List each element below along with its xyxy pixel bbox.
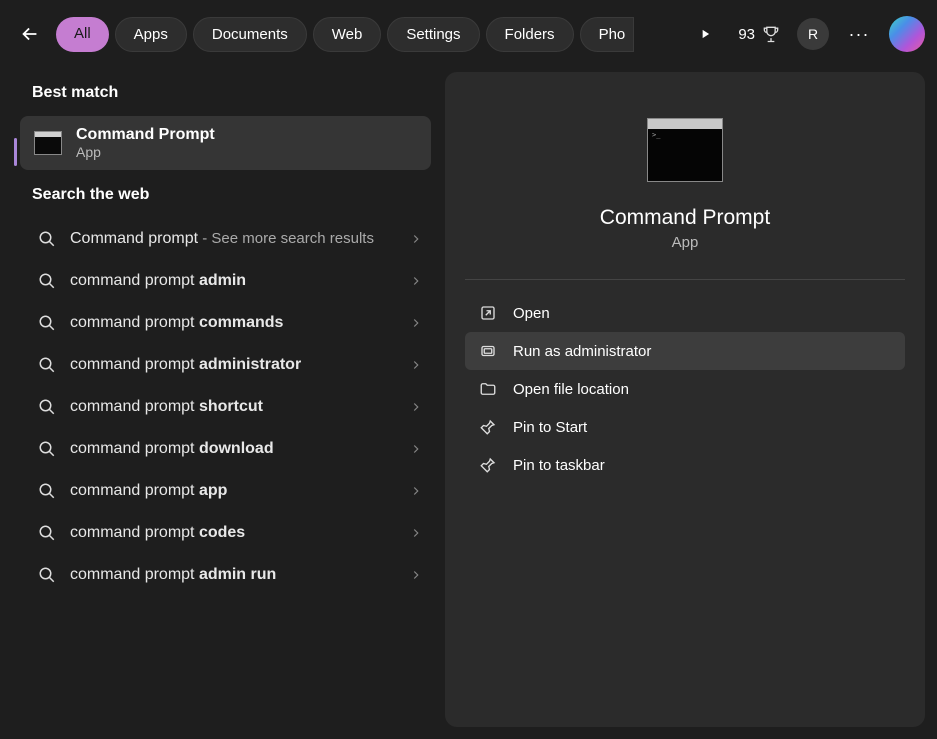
- trophy-icon: [761, 24, 781, 44]
- search-icon: [38, 524, 56, 542]
- web-result[interactable]: command prompt app: [20, 470, 431, 512]
- web-result-text: command prompt commands: [70, 314, 395, 332]
- search-icon: [38, 566, 56, 584]
- web-result[interactable]: command prompt admin run: [20, 554, 431, 596]
- best-match-result[interactable]: Command Prompt App: [20, 116, 431, 170]
- search-icon: [38, 230, 56, 248]
- chevron-right-icon: [409, 232, 423, 246]
- web-result-text: command prompt app: [70, 482, 395, 500]
- pin-icon: [479, 456, 497, 474]
- more-button[interactable]: ···: [845, 24, 873, 45]
- tab-folders[interactable]: Folders: [486, 17, 574, 52]
- action-open-file-location[interactable]: Open file location: [465, 370, 905, 408]
- best-match-title: Command Prompt: [76, 126, 215, 144]
- web-result[interactable]: command prompt admin: [20, 260, 431, 302]
- preview-title: Command Prompt: [465, 206, 905, 230]
- chevron-right-icon: [409, 316, 423, 330]
- action-label: Run as administrator: [513, 343, 651, 360]
- tab-settings[interactable]: Settings: [387, 17, 479, 52]
- search-icon: [38, 440, 56, 458]
- preview-panel: Command Prompt App Open Run as administra…: [445, 72, 925, 727]
- user-avatar[interactable]: R: [797, 18, 829, 50]
- web-result-text: command prompt admin run: [70, 566, 395, 584]
- points-value: 93: [738, 26, 755, 43]
- tab-web[interactable]: Web: [313, 17, 382, 52]
- chevron-right-icon: [409, 442, 423, 456]
- web-result-text: command prompt download: [70, 440, 395, 458]
- preview-subtitle: App: [465, 234, 905, 251]
- tab-all[interactable]: All: [56, 17, 109, 52]
- web-result-text: command prompt admin: [70, 272, 395, 290]
- chevron-right-icon: [409, 274, 423, 288]
- web-result-text: command prompt codes: [70, 524, 395, 542]
- web-result-text: command prompt shortcut: [70, 398, 395, 416]
- best-match-header: Best match: [32, 84, 431, 102]
- search-icon: [38, 482, 56, 500]
- folder-icon: [479, 380, 497, 398]
- chevron-right-icon: [409, 484, 423, 498]
- action-open[interactable]: Open: [465, 294, 905, 332]
- tabs-scroll-right[interactable]: [690, 19, 720, 49]
- chevron-right-icon: [409, 568, 423, 582]
- action-label: Open: [513, 305, 550, 322]
- search-icon: [38, 314, 56, 332]
- action-label: Pin to taskbar: [513, 457, 605, 474]
- tab-apps[interactable]: Apps: [115, 17, 187, 52]
- web-result[interactable]: command prompt administrator: [20, 344, 431, 386]
- preview-app-icon: [647, 118, 723, 182]
- action-run-as-administrator[interactable]: Run as administrator: [465, 332, 905, 370]
- web-result[interactable]: command prompt download: [20, 428, 431, 470]
- avatar-initial: R: [808, 26, 818, 42]
- tab-documents[interactable]: Documents: [193, 17, 307, 52]
- shield-icon: [479, 342, 497, 360]
- web-result[interactable]: command prompt commands: [20, 302, 431, 344]
- search-web-header: Search the web: [32, 186, 431, 204]
- web-result[interactable]: command prompt codes: [20, 512, 431, 554]
- search-icon: [38, 398, 56, 416]
- chevron-right-icon: [409, 358, 423, 372]
- back-button[interactable]: [12, 16, 48, 52]
- action-label: Pin to Start: [513, 419, 587, 436]
- chevron-right-icon: [409, 400, 423, 414]
- web-result[interactable]: Command prompt - See more search results: [20, 218, 431, 260]
- open-icon: [479, 304, 497, 322]
- best-match-subtitle: App: [76, 144, 215, 160]
- web-result[interactable]: command prompt shortcut: [20, 386, 431, 428]
- cmd-prompt-icon: [34, 131, 62, 155]
- search-icon: [38, 356, 56, 374]
- rewards-points[interactable]: 93: [738, 24, 781, 44]
- search-icon: [38, 272, 56, 290]
- web-result-text: command prompt administrator: [70, 356, 395, 374]
- copilot-icon[interactable]: [889, 16, 925, 52]
- divider: [465, 279, 905, 280]
- action-pin-to-taskbar[interactable]: Pin to taskbar: [465, 446, 905, 484]
- action-pin-to-start[interactable]: Pin to Start: [465, 408, 905, 446]
- web-result-text: Command prompt - See more search results: [70, 230, 395, 248]
- filter-tabs: AllAppsDocumentsWebSettingsFoldersPho: [56, 17, 682, 52]
- chevron-right-icon: [409, 526, 423, 540]
- pin-icon: [479, 418, 497, 436]
- action-label: Open file location: [513, 381, 629, 398]
- tab-pho[interactable]: Pho: [580, 17, 635, 52]
